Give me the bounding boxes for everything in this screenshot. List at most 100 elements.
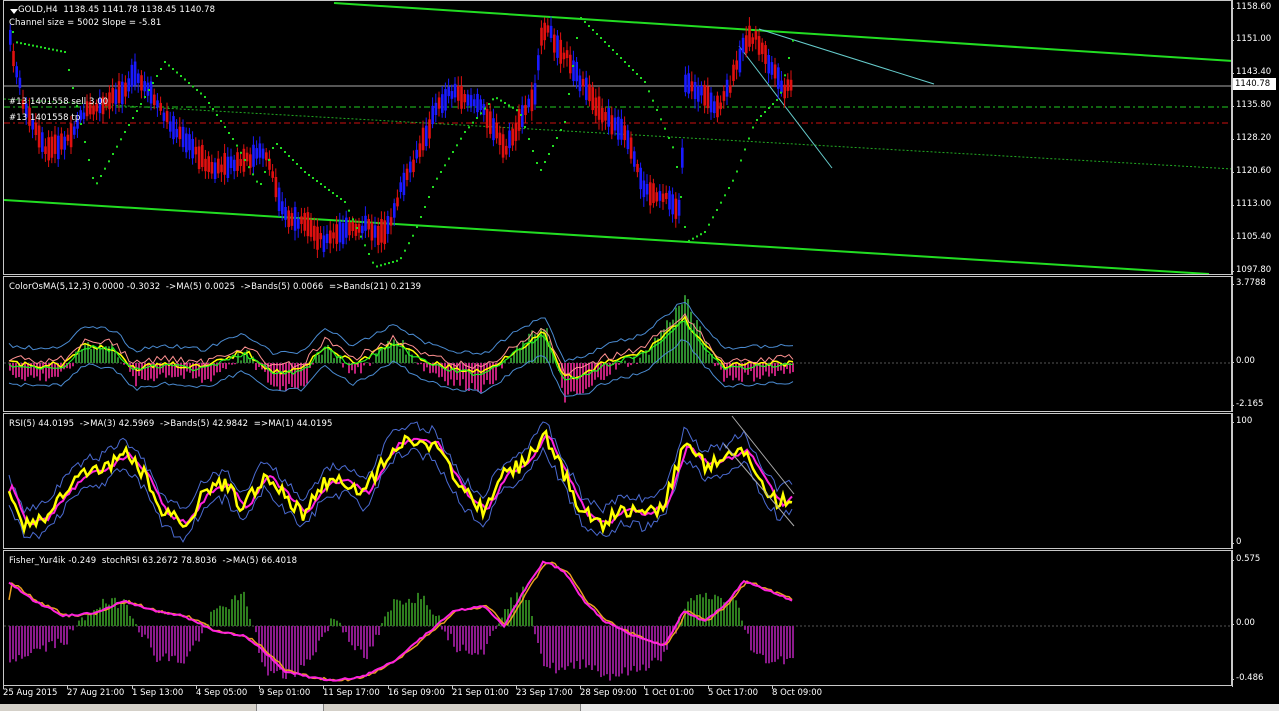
psar-dot: [256, 180, 258, 183]
fisher-bar: [696, 595, 698, 626]
psar-dot: [420, 216, 422, 218]
fisher-bar: [540, 626, 542, 654]
psar-dot: [644, 81, 646, 83]
psar-dot: [560, 129, 562, 131]
candle: [389, 217, 393, 226]
psar-dot: [28, 43, 30, 46]
rsi-scale[interactable]: 100 0: [1230, 413, 1279, 549]
candle: [719, 102, 722, 110]
osma-bar: [738, 363, 740, 381]
candle: [658, 191, 662, 201]
psar-dot: [492, 98, 494, 101]
order-sell-label[interactable]: #13 1401558 sell 3.00: [9, 97, 108, 107]
psar-dot: [300, 167, 302, 169]
psar-dot: [168, 64, 170, 67]
current-price-tag: 1140.78: [1233, 78, 1276, 90]
osma-bar: [591, 363, 593, 386]
candle: [252, 144, 255, 167]
psar-dot: [188, 82, 190, 84]
candle: [761, 42, 764, 55]
psar-dot: [344, 201, 346, 203]
fisher-bar: [87, 614, 89, 626]
osma-bar: [24, 363, 26, 381]
fisher-bar: [582, 626, 584, 660]
psar-dot: [724, 194, 726, 197]
candle: [15, 66, 18, 78]
candle: [162, 112, 166, 121]
candle: [133, 61, 137, 86]
psar-dot: [440, 171, 442, 173]
psar-dot: [268, 159, 270, 161]
psar-dot: [368, 253, 370, 255]
fisher-bar: [66, 626, 68, 645]
fisher-pane[interactable]: Fisher_Yur4ik -0.249 stochRSI 63.2672 78…: [3, 550, 1232, 686]
psar-dot: [680, 196, 682, 198]
fisher-bar: [609, 626, 611, 681]
time-label: 1 Oct 01:00: [644, 685, 695, 698]
fisher-bar: [330, 618, 332, 626]
osma-pane[interactable]: ColorOsMA(5,12,3) 0.0000 -0.3032 ->MA(5)…: [3, 276, 1232, 412]
fisher-bar: [30, 626, 32, 653]
osma-bar: [675, 307, 677, 363]
candle: [476, 93, 479, 113]
fisher-bar: [63, 626, 65, 645]
candle: [73, 126, 76, 135]
fisher-bar: [309, 626, 311, 660]
fisher-scale[interactable]: 0.575 0.00 -0.486: [1230, 550, 1279, 687]
psar-dot: [396, 259, 398, 262]
candle: [277, 187, 281, 211]
price-scale[interactable]: 1158.60 1151.00 1143.40 1135.80 1128.20 …: [1230, 0, 1279, 275]
psar-dot: [524, 126, 526, 128]
candle: [239, 158, 242, 167]
fisher-tick: -0.486: [1230, 673, 1264, 683]
candle: [569, 54, 572, 74]
osma-bar: [624, 360, 626, 363]
osma-bar: [678, 305, 680, 363]
fisher-bar: [780, 626, 782, 657]
candle: [636, 163, 639, 173]
price-tick: 1128.20: [1230, 133, 1272, 143]
psar-dot: [608, 45, 610, 47]
osma-bar: [618, 363, 620, 365]
order-tp-label[interactable]: #13 1401558 tp: [9, 113, 80, 123]
psar-dot: [564, 121, 566, 123]
candle: [415, 149, 418, 159]
psar-dot: [276, 143, 278, 145]
rsi-pane[interactable]: RSI(5) 44.0195 ->MA(3) 42.5969 ->Bands(5…: [3, 413, 1232, 549]
fisher-bar: [324, 626, 326, 633]
chart-tab[interactable]: [257, 704, 324, 711]
osma-bar: [405, 354, 407, 363]
fisher-bar: [357, 626, 359, 646]
fisher-bar: [756, 626, 758, 655]
fisher-bar: [264, 626, 266, 667]
osma-scale[interactable]: 3.7788 0.00 -2.165: [1230, 276, 1279, 412]
chart-tab[interactable]: [0, 704, 257, 711]
psar-dot: [236, 144, 238, 147]
psar-dot: [252, 173, 254, 176]
fisher-bar: [480, 626, 482, 650]
chart-tab[interactable]: [324, 704, 581, 711]
osma-bar: [717, 363, 719, 366]
psar-dot: [44, 47, 46, 49]
candle: [697, 85, 700, 102]
collapse-arrow-icon[interactable]: [10, 9, 18, 14]
psar-dot: [728, 187, 730, 189]
psar-dot: [700, 233, 702, 236]
fisher-bar: [51, 626, 53, 642]
fisher-bar: [768, 626, 770, 664]
candle: [652, 183, 655, 204]
main-chart-pane[interactable]: GOLD,H4 1138.45 1141.78 1138.45 1140.78 …: [3, 0, 1232, 275]
fisher-bar: [537, 626, 539, 643]
candle: [130, 64, 134, 87]
rsi-trend-line: [723, 443, 795, 527]
candle: [201, 144, 204, 167]
candle: [501, 134, 505, 158]
osma-bar: [306, 363, 308, 384]
fisher-bar: [555, 626, 557, 674]
fisher-bar: [327, 626, 329, 632]
fisher-bar: [663, 626, 665, 652]
osma-bar: [33, 363, 35, 378]
fisher-bar: [531, 615, 533, 626]
psar-dot: [744, 148, 746, 151]
psar-dot: [288, 155, 290, 157]
